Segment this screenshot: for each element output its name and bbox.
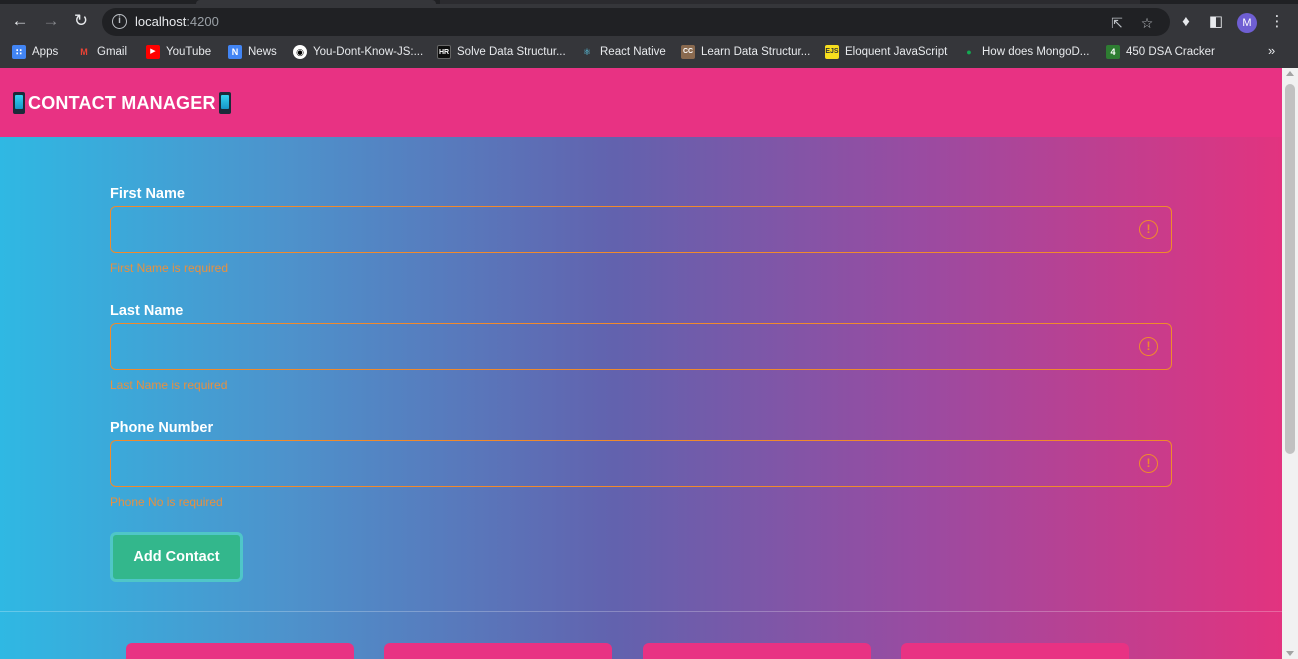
bookmark-apps[interactable]: ∷ Apps: [12, 43, 58, 61]
page-viewport: CONTACT MANAGER First Name ! First Name …: [0, 68, 1282, 659]
back-arrow-icon[interactable]: ←: [7, 8, 33, 34]
first-name-error: First Name is required: [110, 261, 229, 275]
error-alert-icon: !: [1139, 454, 1158, 473]
bookmark-you-dont-know-js[interactable]: ◉ You-Dont-Know-JS:...: [293, 43, 423, 61]
browser-chrome: ← → ↻ i localhost:4200 ⇱ ☆ ♦ ◧ M ⋮ ∷ App…: [0, 0, 1298, 68]
dsa-4-icon: 4: [1106, 45, 1120, 59]
bookmark-gmail[interactable]: M Gmail: [77, 43, 127, 61]
address-bar[interactable]: i localhost:4200 ⇱ ☆: [102, 8, 1170, 36]
url-port: :4200: [186, 14, 219, 29]
bookmark-youtube[interactable]: ▶ YouTube: [146, 43, 211, 61]
site-info-icon[interactable]: i: [112, 14, 127, 29]
app-navbar: CONTACT MANAGER: [0, 68, 1282, 137]
first-name-label: First Name: [110, 186, 185, 202]
phone-number-label: Phone Number: [110, 420, 214, 436]
share-icon[interactable]: ⇱: [1108, 14, 1126, 32]
scroll-down-arrow-icon[interactable]: [1286, 651, 1294, 656]
mobile-phone-icon: [13, 92, 25, 114]
app-brand[interactable]: CONTACT MANAGER: [13, 92, 231, 114]
extensions-puzzle-icon[interactable]: ♦: [1176, 12, 1196, 32]
bookmark-star-icon[interactable]: ☆: [1138, 14, 1156, 32]
bookmark-eloquent-javascript[interactable]: EJS Eloquent JavaScript: [825, 43, 947, 61]
contact-card[interactable]: [643, 643, 871, 659]
contact-card[interactable]: [126, 643, 354, 659]
bookmark-news[interactable]: N News: [228, 43, 277, 61]
reload-icon[interactable]: ↻: [68, 8, 94, 34]
contact-card[interactable]: [901, 643, 1129, 659]
contact-card[interactable]: [384, 643, 612, 659]
hackerrank-icon: HR: [437, 45, 451, 59]
bookmark-label: 450 DSA Cracker: [1126, 46, 1215, 58]
side-panel-icon[interactable]: ◧: [1206, 12, 1226, 32]
github-icon: ◉: [293, 45, 307, 59]
js-icon: EJS: [825, 45, 839, 59]
first-name-field[interactable]: !: [110, 206, 1172, 253]
phone-number-input[interactable]: [111, 441, 1171, 486]
phone-number-error: Phone No is required: [110, 495, 223, 509]
forward-arrow-icon[interactable]: →: [38, 8, 64, 34]
mobile-phone-icon: [218, 92, 231, 114]
bookmark-label: YouTube: [166, 46, 212, 58]
bookmark-label: News: [248, 46, 277, 58]
bookmark-label: React Native: [600, 46, 666, 58]
bookmarks-overflow-icon[interactable]: »: [1268, 43, 1275, 58]
codechef-icon: CC: [681, 45, 695, 59]
bookmark-450-dsa-cracker[interactable]: 4 450 DSA Cracker: [1106, 43, 1215, 61]
url-text[interactable]: localhost:4200: [135, 14, 219, 29]
error-alert-icon: !: [1139, 220, 1158, 239]
bookmark-label: You-Dont-Know-JS:...: [313, 46, 424, 58]
last-name-field[interactable]: !: [110, 323, 1172, 370]
error-alert-icon: !: [1139, 337, 1158, 356]
bookmark-react-native[interactable]: ⚛ React Native: [580, 43, 666, 61]
bookmark-mongodb[interactable]: ● How does MongoD...: [962, 43, 1089, 61]
scrollbar-thumb[interactable]: [1285, 84, 1295, 454]
last-name-error: Last Name is required: [110, 378, 228, 392]
bookmark-label: Gmail: [97, 46, 128, 58]
first-name-input[interactable]: [111, 207, 1171, 252]
bookmark-label: Solve Data Structur...: [457, 46, 566, 58]
last-name-input[interactable]: [111, 324, 1171, 369]
bookmark-label: Apps: [32, 46, 59, 58]
section-divider: [0, 611, 1282, 612]
react-icon: ⚛: [582, 47, 592, 57]
apps-grid-icon: ∷: [12, 45, 26, 59]
bookmark-learn-data-structures[interactable]: CC Learn Data Structur...: [681, 43, 810, 61]
phone-number-field[interactable]: !: [110, 440, 1172, 487]
contact-form-section: First Name ! First Name is required Last…: [0, 137, 1282, 659]
news-icon: N: [228, 45, 242, 59]
page-scrollbar[interactable]: [1282, 68, 1298, 659]
profile-avatar[interactable]: M: [1237, 13, 1257, 33]
brand-title: CONTACT MANAGER: [28, 92, 216, 113]
scroll-up-arrow-icon[interactable]: [1286, 71, 1294, 76]
bookmarks-bar: ∷ Apps M Gmail ▶ YouTube N News ◉ You-Do…: [0, 40, 1298, 64]
url-host: localhost: [135, 14, 187, 29]
bookmark-label: Learn Data Structur...: [701, 46, 811, 58]
bookmark-hackerrank[interactable]: HR Solve Data Structur...: [437, 43, 566, 61]
gmail-icon: M: [80, 47, 88, 57]
youtube-icon: ▶: [146, 45, 160, 59]
bookmark-label: Eloquent JavaScript: [845, 46, 948, 58]
add-contact-button[interactable]: Add Contact: [110, 532, 243, 582]
last-name-label: Last Name: [110, 303, 184, 319]
browser-toolbar: ← → ↻ i localhost:4200 ⇱ ☆ ♦ ◧ M ⋮: [0, 4, 1298, 38]
menu-kebab-icon[interactable]: ⋮: [1267, 12, 1287, 32]
bookmark-label: How does MongoD...: [982, 46, 1090, 58]
mongodb-leaf-icon: ●: [966, 47, 972, 57]
